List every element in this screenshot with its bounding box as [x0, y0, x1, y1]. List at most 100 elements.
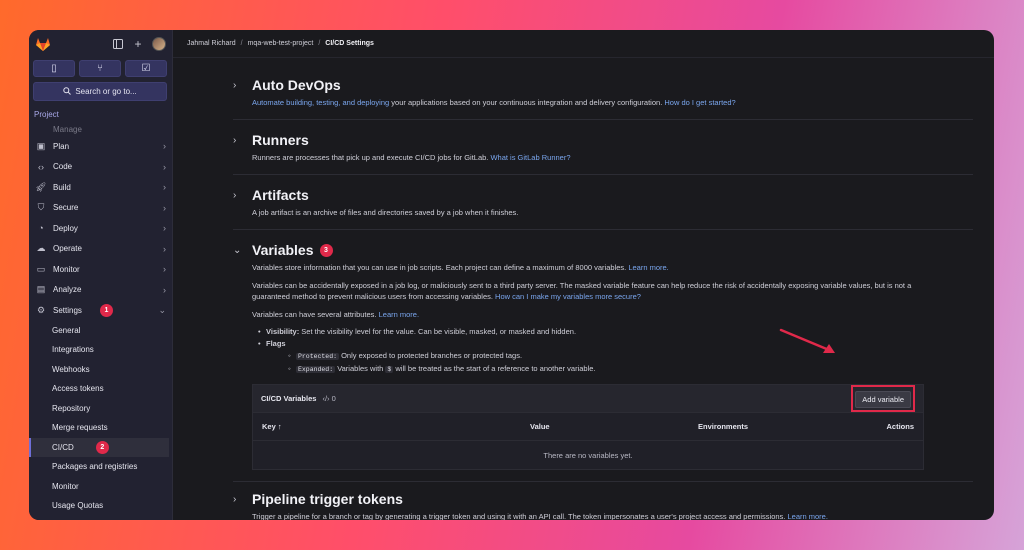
sidebar-subitem-packages[interactable]: Packages and registries: [29, 457, 172, 477]
breadcrumb-separator: /: [240, 40, 243, 47]
section-description: Variables store information that you can…: [252, 262, 923, 273]
sidebar-subitem-repository[interactable]: Repository: [29, 399, 172, 419]
sidebar-subitem-webhooks[interactable]: Webhooks: [29, 360, 172, 380]
sidebar-subitem-general[interactable]: General: [29, 321, 172, 341]
sidebar-item-analyze[interactable]: ▤ Analyze ›: [29, 280, 172, 301]
step-badge: 2: [95, 440, 109, 454]
sidebar: + ▯ ⑂ ☑ Search or go to... Project Manag…: [29, 30, 173, 520]
sidebar-item-monitor[interactable]: ▭ Monitor ›: [29, 259, 172, 280]
search-label: Search or go to...: [75, 87, 137, 96]
divider: [233, 229, 973, 230]
section-header[interactable]: › Auto DevOps: [233, 73, 923, 97]
attributes-learn-more-link[interactable]: Learn more.: [379, 310, 419, 319]
section-description: Runners are processes that pick up and e…: [252, 152, 923, 163]
sidebar-subitem-cicd[interactable]: CI/CD 2: [29, 437, 169, 457]
chevron-right-icon: ›: [163, 264, 166, 275]
deploy-icon: ◔: [38, 223, 44, 234]
sidebar-top: +: [29, 30, 172, 58]
variable-count: ‹/› 0: [322, 394, 335, 403]
section-title: Artifacts: [252, 187, 309, 203]
chevron-right-icon: ›: [163, 243, 166, 254]
sidebar-item-deploy[interactable]: ◔ Deploy ›: [29, 218, 172, 239]
sidebar-item-manage[interactable]: Manage: [29, 122, 172, 136]
chevron-down-icon: ⌄: [158, 304, 166, 315]
get-started-link[interactable]: How do I get started?: [664, 98, 735, 107]
sidebar-item-label: Build: [53, 182, 71, 192]
section-pipeline-trigger-tokens: › Pipeline trigger tokens Trigger a pipe…: [233, 487, 923, 520]
chevron-right-icon: ›: [163, 182, 166, 193]
sidebar-item-plan[interactable]: ▣ Plan ›: [29, 136, 172, 157]
sidebar-subitem-monitor[interactable]: Monitor: [29, 477, 172, 497]
chevron-right-icon: ›: [163, 202, 166, 213]
section-header[interactable]: › Pipeline trigger tokens: [233, 487, 923, 511]
description-text: Trigger a pipeline for a branch or tag b…: [252, 512, 788, 520]
section-header[interactable]: ⌄ Variables 3: [233, 238, 923, 262]
plus-icon[interactable]: +: [132, 38, 144, 50]
sidebar-item-code[interactable]: ‹› Code ›: [29, 157, 172, 178]
section-header[interactable]: › Artifacts: [233, 183, 923, 207]
sidebar-subitem-usage-quotas[interactable]: Usage Quotas: [29, 496, 172, 516]
section-title: Variables: [252, 242, 314, 258]
section-header[interactable]: › Runners: [233, 128, 923, 152]
breadcrumb: Jahmal Richard / mqa-web-test-project / …: [173, 30, 994, 58]
search-button[interactable]: Search or go to...: [33, 82, 167, 101]
sidebar-subitem-merge-requests[interactable]: Merge requests: [29, 418, 172, 438]
sidebar-item-build[interactable]: 🚀︎ Build ›: [29, 177, 172, 198]
sidebar-subitem-access-tokens[interactable]: Access tokens: [29, 379, 172, 399]
protected-text: Only exposed to protected branches or pr…: [339, 351, 523, 360]
divider: [233, 481, 973, 482]
issues-button[interactable]: ▯: [33, 60, 75, 77]
column-key[interactable]: Key ↑: [262, 422, 530, 431]
visibility-label: Visibility:: [266, 327, 300, 336]
chevron-down-icon: ⌄: [233, 244, 242, 256]
gear-icon: ⚙: [36, 304, 46, 315]
breadcrumb-project[interactable]: mqa-web-test-project: [248, 40, 314, 47]
gitlab-logo-icon[interactable]: [35, 36, 51, 52]
step-badge: 1: [99, 303, 113, 317]
section-label: Project: [34, 110, 59, 119]
quick-actions: ▯ ⑂ ☑: [29, 58, 172, 77]
flags-label: Flags: [266, 339, 286, 348]
step-badge: 3: [319, 243, 333, 257]
issues-icon: ▯: [51, 63, 57, 74]
sidebar-item-secure[interactable]: ⛉ Secure ›: [29, 198, 172, 219]
search-icon: [63, 86, 72, 97]
empty-state: There are no variables yet.: [543, 450, 633, 460]
sidebar-item-label: CI/CD: [52, 442, 74, 452]
expanded-code: Expanded:: [296, 366, 336, 373]
description-text: Variables store information that you can…: [252, 263, 629, 272]
chevron-right-icon: ›: [233, 493, 237, 505]
runner-help-link[interactable]: What is GitLab Runner?: [490, 153, 570, 162]
breadcrumb-user[interactable]: Jahmal Richard: [187, 40, 236, 47]
divider: [233, 119, 973, 120]
todos-button[interactable]: ☑: [125, 60, 167, 77]
sidebar-item-operate[interactable]: ☁ Operate ›: [29, 239, 172, 260]
chevron-right-icon: ›: [163, 161, 166, 172]
autodevops-link[interactable]: Automate building, testing, and deployin…: [252, 98, 389, 107]
merge-requests-button[interactable]: ⑂: [79, 60, 121, 77]
code-icon: ‹/›: [322, 394, 330, 403]
section-title: Pipeline trigger tokens: [252, 491, 403, 507]
section-auto-devops: › Auto DevOps Automate building, testing…: [233, 73, 923, 108]
divider: [233, 174, 973, 175]
avatar[interactable]: [152, 37, 166, 51]
add-variable-button[interactable]: Add variable: [855, 391, 911, 408]
section-description: Trigger a pipeline for a branch or tag b…: [252, 511, 923, 520]
secure-variables-link[interactable]: How can I make my variables more secure?: [495, 292, 641, 301]
table-header-bar: CI/CD Variables ‹/› 0 Add variable: [253, 385, 923, 413]
sidebar-subitem-integrations[interactable]: Integrations: [29, 340, 172, 360]
chevron-right-icon: ›: [163, 223, 166, 234]
section-artifacts: › Artifacts A job artifact is an archive…: [233, 183, 923, 218]
chevron-right-icon: ›: [233, 134, 237, 146]
collapse-sidebar-icon[interactable]: [112, 38, 124, 50]
sidebar-item-label: Analyze: [53, 285, 82, 295]
expanded-text: will be treated as the start of a refere…: [393, 364, 596, 373]
note-text: Variables can have several attributes.: [252, 310, 379, 319]
learn-more-link[interactable]: Learn more.: [628, 263, 668, 272]
sidebar-item-settings[interactable]: ⚙ Settings 1 ⌄: [29, 300, 172, 321]
pipeline-learn-more-link[interactable]: Learn more.: [787, 512, 827, 520]
main-content: Jahmal Richard / mqa-web-test-project / …: [173, 30, 994, 520]
chevron-right-icon: ›: [233, 79, 237, 91]
highlight-box: Add variable: [851, 385, 915, 412]
sidebar-item-label: Operate: [53, 244, 82, 254]
